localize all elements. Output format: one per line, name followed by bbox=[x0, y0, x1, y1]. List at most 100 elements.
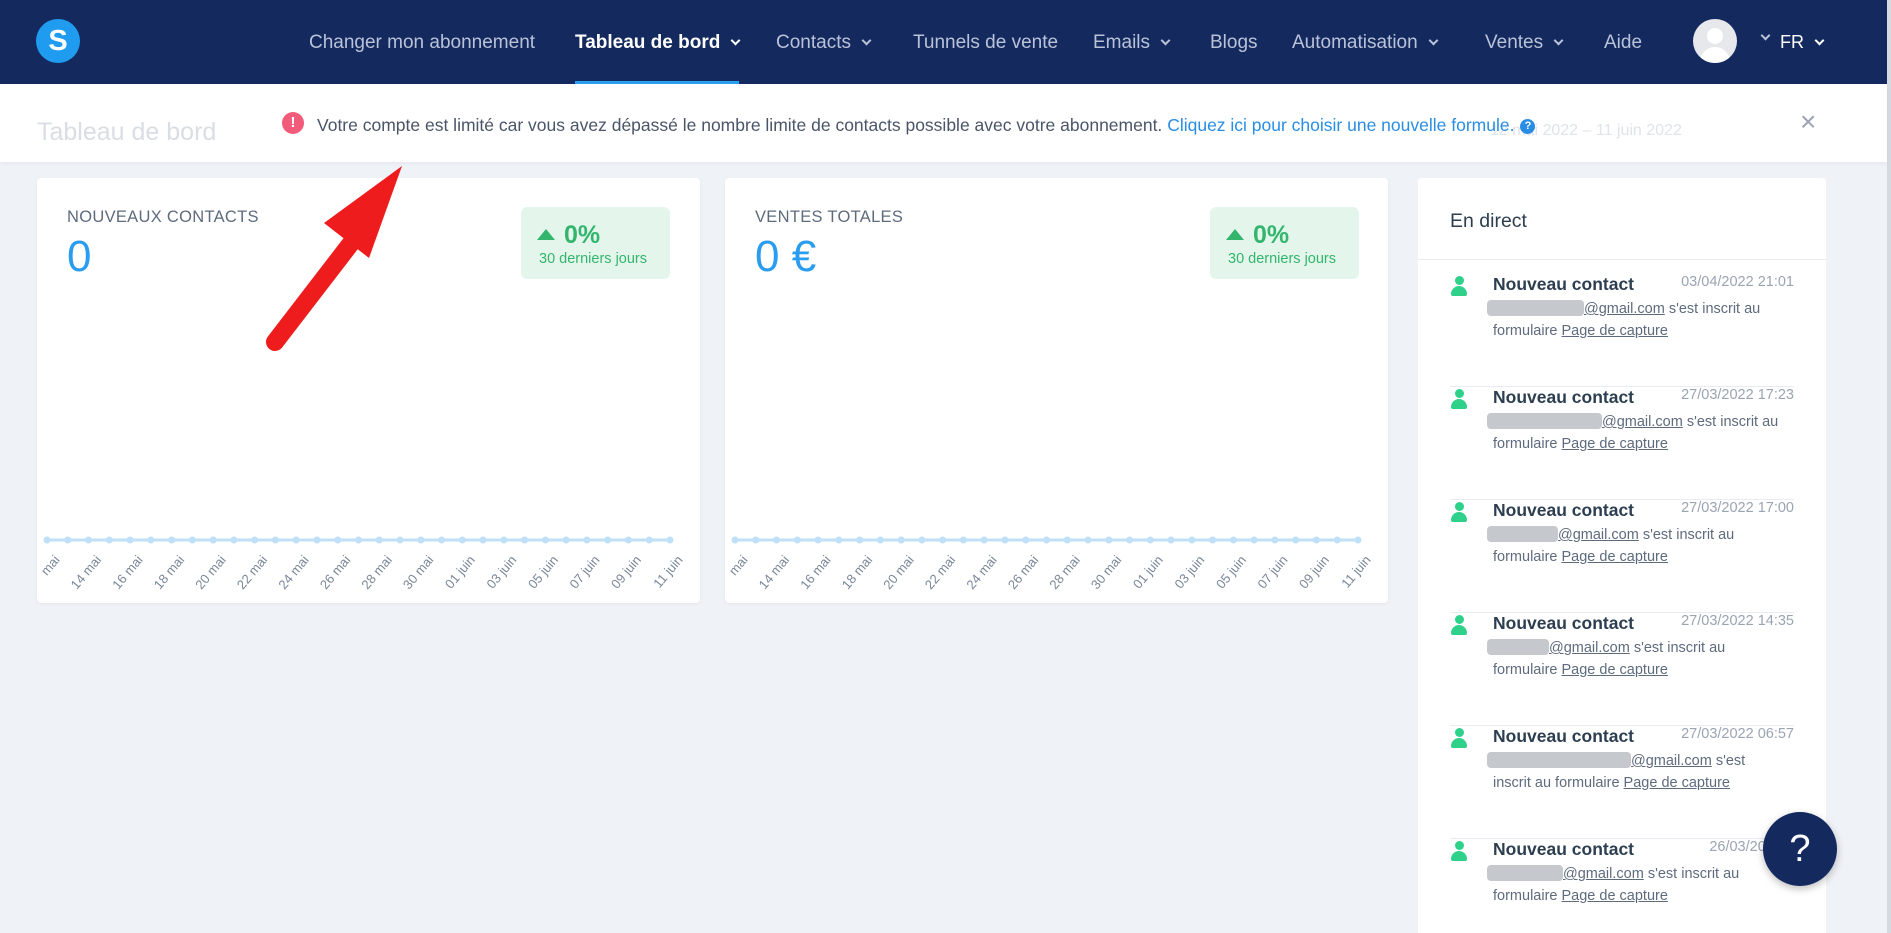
redacted-email bbox=[1487, 639, 1549, 655]
data-point bbox=[814, 536, 822, 544]
capture-page-link[interactable]: Page de capture bbox=[1624, 775, 1730, 791]
feed-item-line1: @gmail.com s'est inscrit au bbox=[1487, 639, 1725, 656]
x-tick-label: 09 juin bbox=[608, 552, 644, 591]
x-tick-label: mai bbox=[38, 552, 63, 578]
user-avatar[interactable] bbox=[1693, 19, 1737, 63]
help-chat-button[interactable]: ? bbox=[1763, 812, 1837, 886]
capture-page-link[interactable]: Page de capture bbox=[1562, 888, 1668, 904]
capture-page-link[interactable]: Page de capture bbox=[1562, 436, 1668, 452]
data-point bbox=[1043, 536, 1050, 544]
live-feed-item[interactable]: Nouveau contact 27/03/2022 06:57 @gmail.… bbox=[1418, 726, 1826, 839]
user-icon-body bbox=[1451, 738, 1467, 748]
chevron-down-icon[interactable] bbox=[1760, 30, 1771, 41]
x-tick-label: 05 juin bbox=[1213, 552, 1249, 591]
nav-item-emails[interactable]: Emails bbox=[1093, 0, 1171, 84]
user-icon-head bbox=[1455, 502, 1464, 511]
live-feed-item[interactable]: Nouveau contact 27/03/2022 17:23 @gmail.… bbox=[1418, 387, 1826, 500]
email-link[interactable]: @gmail.com bbox=[1549, 640, 1630, 656]
data-point bbox=[334, 536, 342, 544]
data-point bbox=[85, 536, 93, 544]
x-tick-label: 22 mai bbox=[922, 552, 959, 592]
data-point bbox=[251, 536, 259, 544]
data-point bbox=[1146, 536, 1154, 544]
nav-item-automatisation[interactable]: Automatisation bbox=[1292, 0, 1439, 84]
scrollbar[interactable] bbox=[1887, 0, 1891, 933]
user-icon-head bbox=[1455, 276, 1464, 285]
user-icon bbox=[1450, 841, 1468, 861]
feed-item-date: 03/04/2022 21:01 bbox=[1681, 274, 1794, 290]
feed-item-text: formulaire bbox=[1493, 662, 1558, 678]
nav-item-abonnement[interactable]: Changer mon abonnement bbox=[309, 0, 535, 84]
x-tick-label: 09 juin bbox=[1296, 552, 1332, 591]
capture-page-link[interactable]: Page de capture bbox=[1562, 662, 1668, 678]
data-point bbox=[417, 536, 425, 544]
nav-label: Tableau de bord bbox=[575, 32, 721, 53]
user-icon-head bbox=[1455, 728, 1464, 737]
redacted-email bbox=[1487, 526, 1558, 542]
data-point bbox=[1084, 536, 1092, 544]
feed-item-title: Nouveau contact bbox=[1493, 387, 1634, 407]
user-icon-body bbox=[1451, 286, 1467, 296]
live-feed-item[interactable]: Nouveau contact 27/03/2022 14:35 @gmail.… bbox=[1418, 613, 1826, 726]
feed-item-text: formulaire bbox=[1493, 888, 1558, 904]
email-link[interactable]: @gmail.com bbox=[1631, 753, 1712, 769]
data-point bbox=[147, 536, 155, 544]
feed-item-line2: formulaire Page de capture bbox=[1493, 662, 1668, 678]
nav-item-tableau-de-bord[interactable]: Tableau de bord bbox=[575, 0, 741, 84]
x-tick-label: 28 mai bbox=[358, 552, 395, 592]
feed-item-title: Nouveau contact bbox=[1493, 839, 1634, 859]
x-tick-label: 22 mai bbox=[234, 552, 271, 592]
language-label: FR bbox=[1780, 32, 1804, 52]
user-icon-body bbox=[1451, 399, 1467, 409]
nav-label: Changer mon abonnement bbox=[309, 32, 536, 53]
nav-label: Ventes bbox=[1485, 32, 1544, 53]
live-feed-title: En direct bbox=[1450, 210, 1527, 232]
feed-item-text: s'est inscrit au bbox=[1668, 301, 1761, 317]
nav-item-ventes[interactable]: Ventes bbox=[1485, 0, 1564, 84]
x-tick-label: 03 juin bbox=[483, 552, 519, 591]
redacted-email bbox=[1487, 300, 1584, 316]
x-tick-label: 18 mai bbox=[839, 552, 876, 592]
live-feed-item[interactable]: Nouveau contact 03/04/2022 21:01 @gmail.… bbox=[1418, 274, 1826, 387]
data-point bbox=[1188, 536, 1196, 544]
data-point bbox=[105, 536, 113, 544]
capture-page-link[interactable]: Page de capture bbox=[1562, 323, 1668, 339]
user-icon-body bbox=[1451, 625, 1467, 635]
avatar-body bbox=[1700, 47, 1730, 63]
feed-item-line1: @gmail.com s'est inscrit au bbox=[1487, 526, 1734, 543]
nav-item-contacts[interactable]: Contacts bbox=[776, 0, 872, 84]
feed-item-line1: @gmail.com s'est inscrit au bbox=[1487, 300, 1761, 317]
capture-page-link[interactable]: Page de capture bbox=[1562, 549, 1668, 565]
data-point bbox=[355, 536, 362, 544]
help-icon[interactable]: ? bbox=[1520, 119, 1536, 134]
close-icon[interactable]: × bbox=[1800, 108, 1816, 136]
logo[interactable]: S bbox=[36, 19, 80, 63]
data-point bbox=[918, 536, 926, 544]
nav-item-tunnels[interactable]: Tunnels de vente bbox=[913, 0, 1058, 84]
language-selector[interactable]: FR bbox=[1780, 0, 1825, 84]
data-point bbox=[773, 536, 781, 544]
email-link[interactable]: @gmail.com bbox=[1563, 866, 1644, 882]
feed-item-line1: @gmail.com s'est inscrit au bbox=[1487, 413, 1778, 430]
data-point bbox=[856, 536, 864, 544]
data-point bbox=[230, 536, 238, 544]
data-point bbox=[168, 536, 176, 544]
data-point bbox=[1105, 536, 1113, 544]
choose-plan-link[interactable]: Cliquez ici pour choisir une nouvelle fo… bbox=[1167, 115, 1514, 135]
data-point bbox=[666, 536, 674, 544]
email-link[interactable]: @gmail.com bbox=[1558, 527, 1639, 543]
data-point bbox=[438, 536, 446, 544]
user-icon-head bbox=[1455, 841, 1464, 850]
chevron-down-icon bbox=[1160, 35, 1171, 46]
nav-item-aide[interactable]: Aide bbox=[1604, 0, 1642, 84]
data-point bbox=[731, 536, 739, 544]
feed-item-date: 27/03/2022 17:00 bbox=[1681, 500, 1794, 516]
x-tick-label: mai bbox=[726, 552, 751, 578]
x-tick-label: 16 mai bbox=[109, 552, 146, 592]
data-point bbox=[64, 536, 72, 544]
data-point bbox=[959, 536, 967, 544]
nav-item-blogs[interactable]: Blogs bbox=[1210, 0, 1258, 84]
email-link[interactable]: @gmail.com bbox=[1584, 301, 1665, 317]
email-link[interactable]: @gmail.com bbox=[1602, 414, 1683, 430]
live-feed-item[interactable]: Nouveau contact 27/03/2022 17:00 @gmail.… bbox=[1418, 500, 1826, 613]
